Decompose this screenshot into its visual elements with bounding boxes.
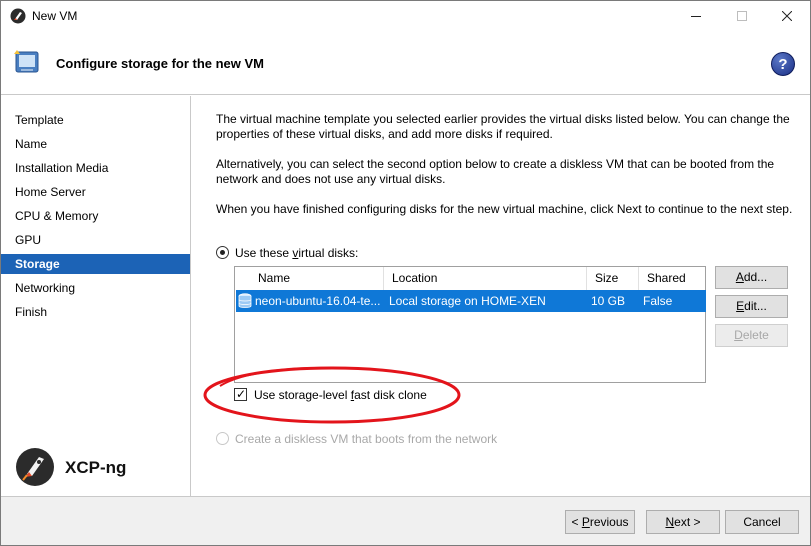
title-bar: New VM — [1, 1, 810, 31]
sidebar-item-finish[interactable]: Finish — [1, 302, 190, 322]
intro-text-2: Alternatively, you can select the second… — [216, 157, 775, 186]
sidebar-item-installation-media[interactable]: Installation Media — [1, 158, 190, 178]
sidebar-item-name[interactable]: Name — [1, 134, 190, 154]
brand-name: XCP-ng — [65, 458, 127, 477]
disk-name-cell: neon-ubuntu-16.04-te... — [255, 294, 381, 308]
table-row[interactable]: neon-ubuntu-16.04-te... Local storage on… — [236, 290, 706, 312]
wizard-footer: < Previous Next > Cancel — [1, 496, 810, 545]
delete-disk-button[interactable]: Delete — [715, 324, 788, 347]
fast-clone-checkbox[interactable]: ✓ — [234, 387, 247, 401]
column-header-shared[interactable]: Shared — [639, 267, 705, 290]
wizard-steps-sidebar: Template Name Installation Media Home Se… — [1, 96, 191, 496]
edit-disk-button[interactable]: Edit... — [715, 295, 788, 318]
wizard-icon — [14, 50, 39, 73]
column-header-size[interactable]: Size — [587, 267, 639, 290]
maximize-icon — [737, 11, 747, 21]
xcp-ng-icon — [10, 8, 26, 24]
wizard-header: Configure storage for the new VM ? — [1, 31, 810, 95]
use-virtual-disks-label[interactable]: Use these virtual disks: — [235, 246, 358, 260]
new-vm-window: New VM Configure storage for the new VM … — [0, 0, 811, 546]
column-header-name[interactable]: Name — [250, 267, 384, 290]
fast-clone-label[interactable]: Use storage-level fast disk clone — [254, 388, 427, 402]
window-title: New VM — [32, 9, 78, 23]
sidebar-item-cpu-memory[interactable]: CPU & Memory — [1, 206, 190, 226]
radio-selected-dot — [220, 250, 225, 255]
sidebar-item-template[interactable]: Template — [1, 110, 190, 130]
maximize-button[interactable] — [719, 1, 765, 31]
xcp-ng-logo-icon — [16, 448, 54, 486]
disk-location-cell: Local storage on HOME-XEN — [389, 294, 546, 308]
page-title: Configure storage for the new VM — [56, 56, 265, 71]
diskless-vm-radio[interactable] — [216, 432, 229, 445]
minimize-icon — [691, 16, 701, 17]
help-icon: ? — [778, 55, 788, 73]
intro-text-1: The virtual machine template you selecte… — [216, 112, 790, 141]
close-icon — [782, 11, 792, 21]
checkmark-icon: ✓ — [236, 387, 247, 401]
sidebar-item-gpu[interactable]: GPU — [1, 230, 190, 250]
minimize-button[interactable] — [673, 1, 719, 31]
previous-button[interactable]: < Previous — [565, 510, 635, 534]
sidebar-item-networking[interactable]: Networking — [1, 278, 190, 298]
storage-panel: The virtual machine template you selecte… — [192, 96, 810, 496]
diskless-vm-label[interactable]: Create a diskless VM that boots from the… — [235, 432, 497, 446]
virtual-disks-table[interactable]: Name Location Size Shared neon-ubuntu-16… — [234, 266, 706, 383]
brand: XCP-ng — [15, 447, 185, 489]
add-disk-button[interactable]: Add... — [715, 266, 788, 289]
intro-text-3: When you have finished configuring disks… — [216, 202, 793, 216]
next-button[interactable]: Next > — [646, 510, 720, 534]
cancel-button[interactable]: Cancel — [725, 510, 799, 534]
disk-icon — [238, 293, 252, 308]
sidebar-item-home-server[interactable]: Home Server — [1, 182, 190, 202]
column-header-location[interactable]: Location — [384, 267, 587, 290]
disk-size-cell: 10 GB — [591, 294, 626, 308]
sidebar-item-storage[interactable]: Storage — [1, 254, 190, 274]
close-button[interactable] — [764, 1, 810, 31]
disk-shared-cell: False — [643, 294, 673, 308]
use-virtual-disks-radio[interactable] — [216, 246, 229, 259]
help-button[interactable]: ? — [771, 52, 795, 76]
